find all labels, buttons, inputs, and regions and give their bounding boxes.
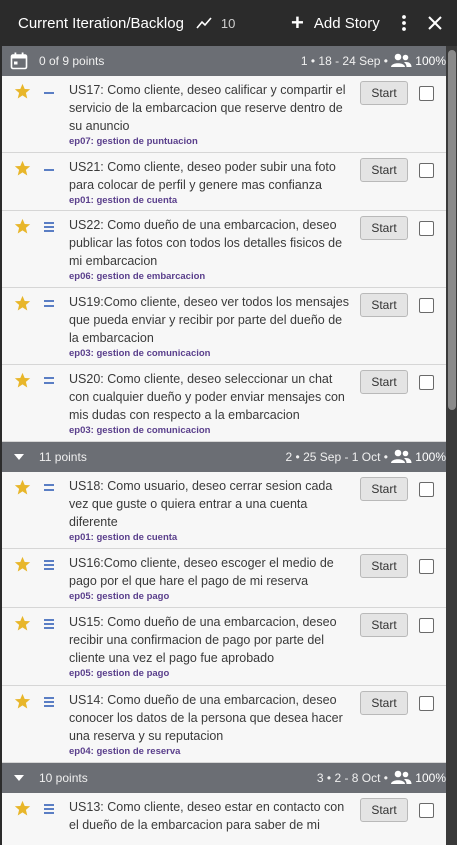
star-icon [14, 615, 31, 631]
story-select-checkbox[interactable] [419, 163, 434, 178]
story-title[interactable]: US16:Como cliente, deseo escoger el medi… [69, 554, 354, 590]
team-icon [391, 770, 412, 784]
epic-label[interactable]: ep07: gestion de puntuacion [69, 136, 198, 147]
iteration-dates: 2 • 25 Sep - 1 Oct • [285, 450, 388, 464]
estimate-1-icon [44, 169, 54, 171]
iteration-header[interactable]: 0 of 9 points 1 • 18 - 24 Sep • 100% [2, 46, 446, 76]
add-story-label: Add Story [313, 14, 380, 32]
iteration-dates: 1 • 18 - 24 Sep • [300, 54, 388, 68]
iteration-points: 0 of 9 points [39, 54, 105, 68]
estimate-3-icon [44, 619, 54, 629]
estimate-2-icon [44, 377, 54, 384]
calendar-icon [10, 52, 28, 70]
story-select-checkbox[interactable] [419, 803, 434, 818]
close-icon[interactable] [426, 14, 444, 32]
epic-label[interactable]: ep05: gestion de pago [69, 668, 169, 679]
epic-label[interactable]: ep03: gestion de comunicacion [69, 425, 210, 436]
story-title[interactable]: US17: Como cliente, deseo calificar y co… [69, 81, 354, 135]
estimate-3-icon [44, 560, 54, 570]
team-strength: 100% [415, 771, 446, 785]
estimate-1-icon [44, 92, 54, 94]
team-strength: 100% [415, 54, 446, 68]
story-select-checkbox[interactable] [419, 86, 434, 101]
backlog-panel: Current Iteration/Backlog 10 + Add Story [0, 0, 457, 845]
story-select-checkbox[interactable] [419, 696, 434, 711]
team-strength: 100% [415, 450, 446, 464]
estimate-3-icon [44, 222, 54, 232]
team-icon [391, 449, 412, 463]
star-icon [14, 372, 31, 388]
start-button[interactable]: Start [360, 293, 408, 317]
star-icon [14, 800, 31, 816]
epic-label[interactable]: ep03: gestion de comunicacion [69, 348, 210, 359]
panel-header: Current Iteration/Backlog 10 + Add Story [0, 0, 457, 46]
story-item[interactable]: US19:Como cliente, deseo ver todos los m… [2, 288, 446, 365]
story-title[interactable]: US22: Como dueño de una embarcacion, des… [69, 216, 354, 270]
panel-title: Current Iteration/Backlog [18, 14, 184, 32]
story-item[interactable]: US16:Como cliente, deseo escoger el medi… [2, 549, 446, 608]
backlog-list[interactable]: 0 of 9 points 1 • 18 - 24 Sep • 100% US1… [2, 46, 446, 845]
star-icon [14, 556, 31, 572]
story-title[interactable]: US14: Como dueño de una embarcacion, des… [69, 691, 354, 745]
epic-label[interactable]: ep05: gestion de pago [69, 591, 169, 602]
plus-icon: + [291, 10, 304, 35]
story-item[interactable]: US22: Como dueño de una embarcacion, des… [2, 211, 446, 288]
iteration-points: 10 points [39, 771, 88, 785]
estimate-2-icon [44, 300, 54, 307]
start-button[interactable]: Start [360, 158, 408, 182]
velocity-icon [196, 17, 212, 29]
epic-label[interactable]: ep01: gestion de cuenta [69, 532, 177, 543]
iteration-dates: 3 • 2 - 8 Oct • [316, 771, 388, 785]
story-item[interactable]: US13: Como cliente, deseo estar en conta… [2, 793, 446, 845]
story-select-checkbox[interactable] [419, 298, 434, 313]
start-button[interactable]: Start [360, 691, 408, 715]
star-icon [14, 479, 31, 495]
story-title[interactable]: US18: Como usuario, deseo cerrar sesion … [69, 477, 354, 531]
star-icon [14, 160, 31, 176]
iteration-header[interactable]: 10 points 3 • 2 - 8 Oct • 100% [2, 763, 446, 793]
start-button[interactable]: Start [360, 81, 408, 105]
story-item[interactable]: US18: Como usuario, deseo cerrar sesion … [2, 472, 446, 549]
epic-label[interactable]: ep04: gestion de reserva [69, 746, 180, 757]
story-select-checkbox[interactable] [419, 559, 434, 574]
start-button[interactable]: Start [360, 370, 408, 394]
story-select-checkbox[interactable] [419, 618, 434, 633]
velocity-value: 10 [220, 15, 236, 31]
iteration-points: 11 points [39, 450, 87, 464]
estimate-3-icon [44, 804, 54, 814]
add-story-button[interactable]: + Add Story [291, 10, 380, 35]
epic-label[interactable]: ep01: gestion de cuenta [69, 195, 177, 206]
team-icon [391, 53, 412, 67]
story-title[interactable]: US15: Como dueño de una embarcacion, des… [69, 613, 354, 667]
estimate-3-icon [44, 697, 54, 707]
start-button[interactable]: Start [360, 477, 408, 501]
scrollbar-thumb[interactable] [448, 50, 456, 410]
start-button[interactable]: Start [360, 216, 408, 240]
story-item[interactable]: US17: Como cliente, deseo calificar y co… [2, 76, 446, 153]
story-title[interactable]: US13: Como cliente, deseo estar en conta… [69, 798, 354, 834]
story-item[interactable]: US21: Como cliente, deseo poder subir un… [2, 153, 446, 211]
story-title[interactable]: US20: Como cliente, deseo seleccionar un… [69, 370, 354, 424]
star-icon [14, 218, 31, 234]
start-button[interactable]: Start [360, 798, 408, 822]
story-item[interactable]: US14: Como dueño de una embarcacion, des… [2, 686, 446, 763]
story-title[interactable]: US19:Como cliente, deseo ver todos los m… [69, 293, 354, 347]
chevron-down-icon[interactable] [14, 453, 24, 461]
start-button[interactable]: Start [360, 613, 408, 637]
story-item[interactable]: US15: Como dueño de una embarcacion, des… [2, 608, 446, 686]
more-options-icon[interactable] [398, 14, 410, 32]
estimate-2-icon [44, 484, 54, 491]
start-button[interactable]: Start [360, 554, 408, 578]
iteration-header[interactable]: 11 points 2 • 25 Sep - 1 Oct • 100% [2, 442, 446, 472]
story-select-checkbox[interactable] [419, 221, 434, 236]
story-select-checkbox[interactable] [419, 482, 434, 497]
story-title[interactable]: US21: Como cliente, deseo poder subir un… [69, 158, 354, 194]
epic-label[interactable]: ep06: gestion de embarcacion [69, 271, 205, 282]
story-item[interactable]: US20: Como cliente, deseo seleccionar un… [2, 365, 446, 442]
star-icon [14, 295, 31, 311]
star-icon [14, 83, 31, 99]
star-icon [14, 693, 31, 709]
story-select-checkbox[interactable] [419, 375, 434, 390]
chevron-down-icon[interactable] [14, 774, 24, 782]
